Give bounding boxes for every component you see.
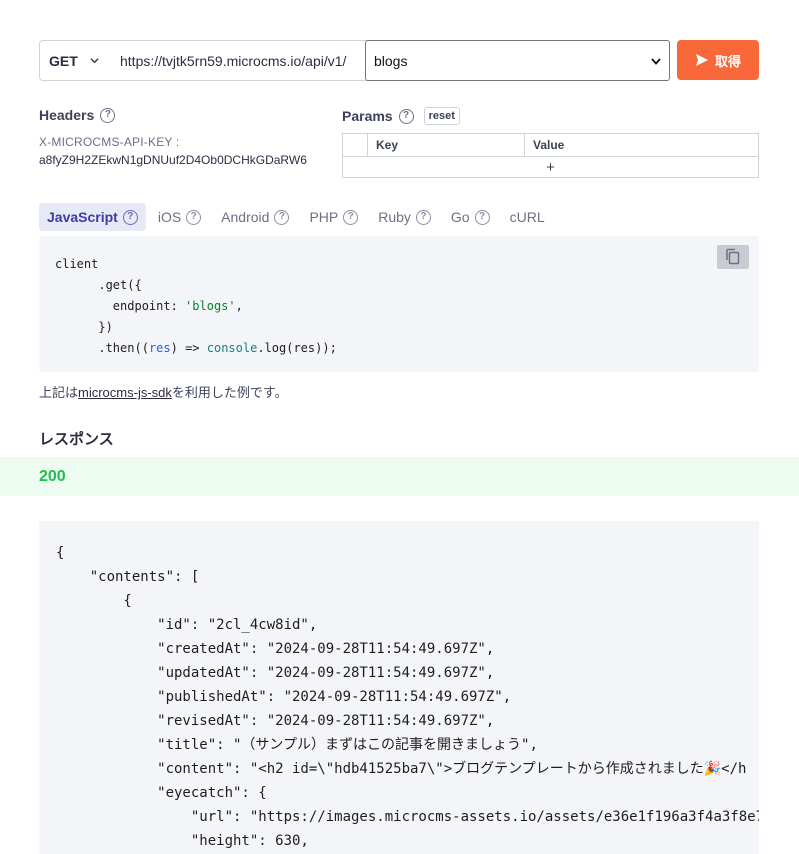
tab-label: PHP	[309, 209, 339, 225]
chevron-down-icon	[90, 58, 99, 64]
tab-javascript[interactable]: JavaScript ?	[39, 203, 146, 231]
endpoint-value: blogs	[374, 52, 408, 69]
help-icon[interactable]: ?	[343, 209, 359, 225]
tab-php[interactable]: PHP ?	[301, 203, 366, 231]
code-sample: client .get({ endpoint: 'blogs', }) .the…	[39, 236, 759, 372]
code-line: .then((	[98, 341, 149, 355]
params-value-header: Value	[533, 138, 565, 152]
copy-icon	[726, 248, 740, 265]
json-line: "title": "（サンプル）まずはこの記事を開きましょう",	[56, 737, 538, 753]
tab-label: Ruby	[378, 209, 411, 225]
headers-title: Headers	[39, 107, 95, 123]
code-call: .log(res));	[257, 341, 337, 355]
code-punct: ,	[235, 299, 243, 313]
send-icon	[695, 54, 708, 66]
json-line: "height": 630,	[56, 833, 309, 849]
help-icon[interactable]: ?	[274, 209, 290, 225]
tab-label: cURL	[509, 209, 545, 225]
sdk-link[interactable]: microcms-js-sdk	[78, 385, 172, 400]
method-label: GET	[49, 52, 78, 69]
tab-curl[interactable]: cURL	[502, 203, 553, 231]
help-icon[interactable]: ?	[415, 209, 431, 225]
copy-button[interactable]	[717, 245, 749, 269]
code-line: endpoint:	[112, 299, 186, 313]
tab-label: JavaScript	[47, 209, 118, 225]
code-line: })	[98, 320, 113, 334]
params-header-row: Key Value	[343, 134, 758, 157]
tab-android[interactable]: Android ?	[213, 203, 297, 231]
fetch-button[interactable]: 取得	[677, 40, 759, 80]
status-code: 200	[39, 468, 66, 485]
code-param: res	[148, 341, 171, 355]
language-tabs: JavaScript ? iOS ? Android ? PHP ? Ruby …	[39, 203, 557, 231]
json-line: "publishedAt": "2024-09-28T11:54:49.697Z…	[56, 689, 512, 705]
sdk-note: 上記はmicrocms-js-sdkを利用した例です。	[39, 382, 288, 401]
help-icon[interactable]: ?	[398, 108, 414, 124]
method-select[interactable]: GET	[40, 41, 110, 80]
params-key-header: Key	[368, 134, 525, 156]
help-icon[interactable]: ?	[122, 209, 138, 225]
json-line: {	[56, 545, 65, 561]
tab-label: Android	[221, 209, 270, 225]
json-block: { "contents": [ { "id": "2cl_4cw8id", "c…	[56, 541, 759, 853]
json-line: "createdAt": "2024-09-28T11:54:49.697Z",	[56, 641, 495, 657]
tab-label: Go	[450, 209, 470, 225]
json-line: "contents": [	[56, 569, 200, 585]
params-table: Key Value +	[342, 133, 759, 178]
params-checkbox-column	[343, 134, 368, 156]
code-line: client	[55, 257, 99, 271]
json-line: "updatedAt": "2024-09-28T11:54:49.697Z",	[56, 665, 495, 681]
code-console: console	[206, 341, 258, 355]
response-json: { "contents": [ { "id": "2cl_4cw8id", "c…	[39, 521, 759, 854]
tab-ruby[interactable]: Ruby ?	[370, 203, 439, 231]
code-line: .get({	[98, 278, 142, 292]
code-block: client .get({ endpoint: 'blogs', }) .the…	[55, 254, 337, 359]
help-icon[interactable]: ?	[186, 209, 202, 225]
json-line: "url": "https://images.microcms-assets.i…	[56, 809, 759, 825]
json-line: "eyecatch": {	[56, 785, 267, 801]
json-line: {	[56, 593, 132, 609]
help-icon[interactable]: ?	[474, 209, 490, 225]
code-arrow: ) =>	[170, 341, 207, 355]
endpoint-select[interactable]: blogs	[365, 40, 670, 81]
note-prefix: 上記は	[39, 385, 79, 400]
request-bar: GET https://tvjtk5rn59.microcms.io/api/v…	[39, 40, 670, 81]
chevron-down-icon	[651, 58, 661, 65]
api-key-label: X-MICROCMS-API-KEY :	[39, 135, 180, 149]
tab-label: iOS	[157, 209, 182, 225]
response-title: レスポンス	[39, 431, 114, 448]
params-title: Params	[342, 108, 393, 124]
json-line: "id": "2cl_4cw8id",	[56, 617, 318, 633]
headers-heading: Headers ?	[39, 107, 116, 123]
status-bar	[0, 457, 799, 496]
help-icon[interactable]: ?	[100, 107, 116, 123]
tab-go[interactable]: Go ?	[443, 203, 498, 231]
add-param-button[interactable]: +	[343, 157, 758, 177]
json-line: "content": "<h2 id=\"hdb41525ba7\">ブログテン…	[56, 761, 747, 777]
params-heading: Params ? reset	[342, 107, 460, 125]
json-line: "revisedAt": "2024-09-28T11:54:49.697Z",	[56, 713, 495, 729]
tab-ios[interactable]: iOS ?	[150, 203, 209, 231]
code-string: 'blogs'	[185, 299, 236, 313]
reset-button[interactable]: reset	[423, 107, 460, 125]
fetch-label: 取得	[714, 53, 741, 69]
note-suffix: を利用した例です。	[171, 385, 288, 400]
url-prefix: https://tvjtk5rn59.microcms.io/api/v1/	[120, 52, 347, 69]
api-key-value: a8fyZ9H2ZEkwN1gDNUuf2D4Ob0DCHkGDaRW6	[39, 153, 307, 167]
